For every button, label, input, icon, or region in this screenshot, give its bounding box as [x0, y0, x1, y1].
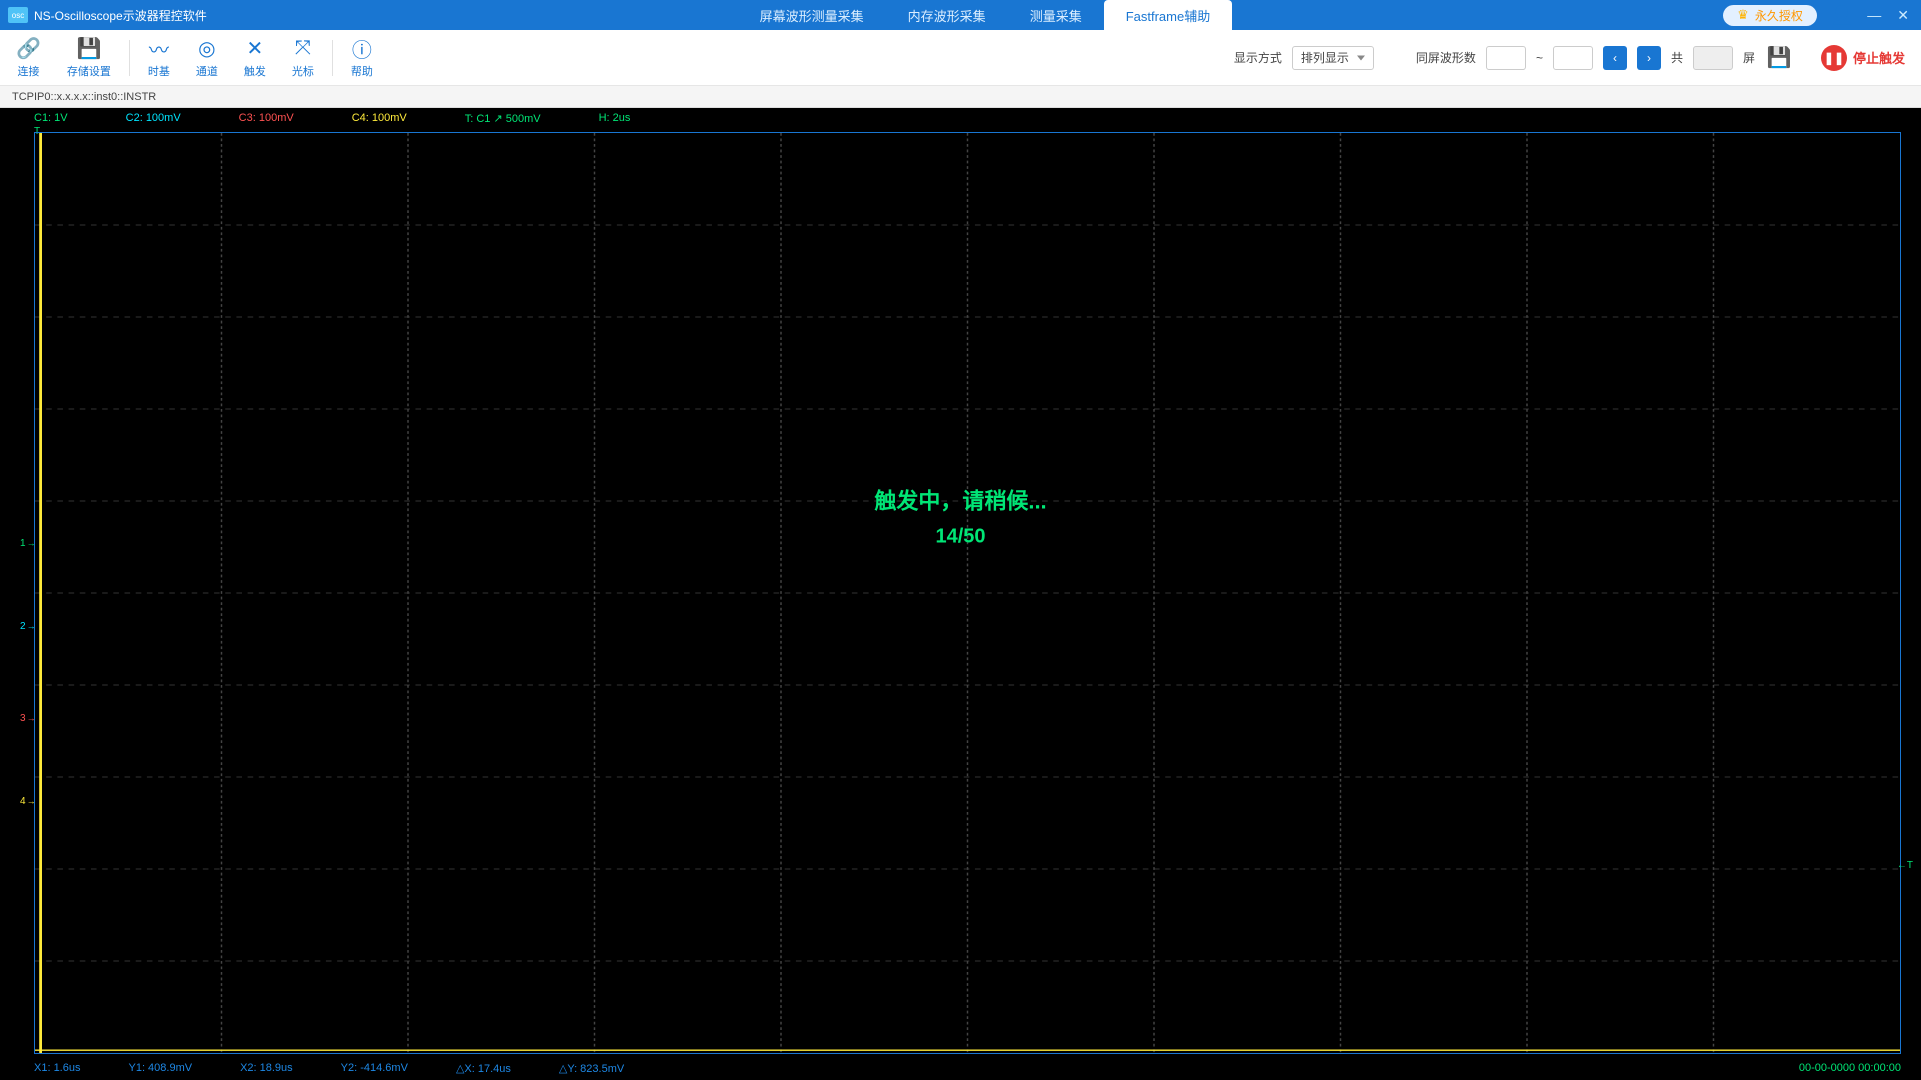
user-icon[interactable]: 👤 — [1831, 5, 1853, 26]
channel2-info: C2: 100mV — [126, 112, 181, 124]
connect-button[interactable]: 🔗 连接 — [16, 37, 41, 79]
minimize-button[interactable]: — — [1867, 7, 1881, 23]
progress-counter: 14/50 — [874, 526, 1046, 549]
tool-group-left: 🔗 连接 💾 存储设置 — [16, 37, 111, 79]
center-message: 触发中，请稍候... 14/50 — [874, 484, 1046, 549]
app-icon: osc — [8, 7, 28, 23]
save-icon: 💾 — [76, 37, 101, 61]
app-title: NS-Oscilloscope示波器程控软件 — [34, 7, 207, 24]
channel1-info: C1: 1V — [34, 112, 68, 124]
channel-label: 通道 — [196, 63, 218, 79]
save-waveform-button[interactable]: 💾 — [1765, 44, 1793, 72]
total-suffix: 屏 — [1743, 49, 1755, 66]
tab-memory-capture[interactable]: 内存波形采集 — [886, 0, 1008, 30]
range-from-input[interactable] — [1486, 46, 1526, 70]
instrument-address: TCPIP0::x.x.x.x::inst0::INSTR — [12, 91, 156, 103]
toolbar: 🔗 连接 💾 存储设置 〰 时基 ◎ 通道 ✕ 触发 ⤧ 光标 ⓘ 帮助 — [0, 30, 1921, 86]
cursor-x1: X1: 1.6us — [34, 1062, 80, 1074]
toolbar-right: 显示方式 排列显示 同屏波形数 ~ ‹ › 共 屏 💾 ❚❚ 停止触发 — [1234, 44, 1905, 72]
title-bar: osc NS-Oscilloscope示波器程控软件 屏幕波形测量采集 内存波形… — [0, 0, 1921, 30]
cursor-button[interactable]: ⤧ 光标 — [292, 37, 314, 79]
tool-group-mid: 〰 时基 ◎ 通道 ✕ 触发 ⤧ 光标 — [148, 37, 314, 79]
license-pill[interactable]: ♛ 永久授权 — [1723, 5, 1817, 26]
trigger-label: 触发 — [244, 63, 266, 79]
cursor-y1: Y1: 408.9mV — [128, 1062, 192, 1074]
main-tabs: 屏幕波形测量采集 内存波形采集 测量采集 Fastframe辅助 — [247, 0, 1723, 30]
triggering-text: 触发中，请稍候... — [874, 484, 1046, 516]
display-mode-value: 排列显示 — [1301, 49, 1349, 66]
window-buttons: — ✕ — [1867, 7, 1909, 24]
left-markers: 1→ 2→ 3→ 4→ — [20, 132, 34, 1054]
cursor-x2: X2: 18.9us — [240, 1062, 293, 1074]
storage-button[interactable]: 💾 存储设置 — [67, 37, 111, 79]
wave-icon: 〰 — [149, 37, 169, 61]
cursor-y2: Y2: -414.6mV — [341, 1062, 408, 1074]
connect-label: 连接 — [17, 63, 39, 79]
next-page-button[interactable]: › — [1637, 46, 1661, 70]
horizontal-info: H: 2us — [599, 112, 631, 124]
display-mode-label: 显示方式 — [1234, 49, 1282, 66]
help-button[interactable]: ⓘ 帮助 — [351, 37, 373, 79]
license-label: 永久授权 — [1755, 7, 1803, 24]
channel3-info: C3: 100mV — [239, 112, 294, 124]
cross-icon: ✕ — [247, 37, 264, 61]
title-right: ♛ 永久授权 👤 — ✕ — [1723, 5, 1921, 26]
channel4-info: C4: 100mV — [352, 112, 407, 124]
cursor-dx: △X: 17.4us — [456, 1062, 511, 1075]
trigger-marker-right: ←T — [1897, 860, 1913, 871]
toolbar-separator-2 — [332, 40, 333, 76]
address-bar: TCPIP0::x.x.x.x::inst0::INSTR — [0, 86, 1921, 108]
help-label: 帮助 — [351, 63, 373, 79]
scope-footer: X1: 1.6us Y1: 408.9mV X2: 18.9us Y2: -41… — [34, 1060, 1901, 1076]
display-mode-select[interactable]: 排列显示 — [1292, 46, 1374, 70]
timestamp: 00-00-0000 00:00:00 — [1799, 1062, 1901, 1074]
scope-header: C1: 1V C2: 100mV C3: 100mV C4: 100mV T: … — [0, 108, 1921, 128]
cursor-label: 光标 — [292, 63, 314, 79]
tool-group-help: ⓘ 帮助 — [351, 37, 373, 79]
tab-measure-capture[interactable]: 测量采集 — [1008, 0, 1104, 30]
total-screens-input[interactable] — [1693, 46, 1733, 70]
total-prefix: 共 — [1671, 49, 1683, 66]
cursor-dy: △Y: 823.5mV — [559, 1062, 624, 1075]
scope-area: C1: 1V C2: 100mV C3: 100mV C4: 100mV T: … — [0, 108, 1921, 1080]
timebase-label: 时基 — [148, 63, 170, 79]
range-to-input[interactable] — [1553, 46, 1593, 70]
plot-area[interactable] — [34, 132, 1901, 1054]
grid-svg — [35, 133, 1900, 1053]
tab-screen-capture[interactable]: 屏幕波形测量采集 — [738, 0, 886, 30]
timebase-button[interactable]: 〰 时基 — [148, 37, 170, 79]
range-separator: ~ — [1536, 51, 1543, 65]
channel-button[interactable]: ◎ 通道 — [196, 37, 218, 79]
crown-icon: ♛ — [1737, 7, 1749, 23]
trigger-info: T: C1 ↗ 500mV — [465, 112, 541, 125]
toolbar-separator — [129, 40, 130, 76]
cursor-icon: ⤧ — [295, 37, 311, 61]
help-icon: ⓘ — [352, 37, 372, 61]
target-icon: ◎ — [198, 37, 215, 61]
trigger-button[interactable]: ✕ 触发 — [244, 37, 266, 79]
screens-label: 同屏波形数 — [1416, 49, 1476, 66]
prev-page-button[interactable]: ‹ — [1603, 46, 1627, 70]
link-icon: 🔗 — [16, 37, 41, 61]
pause-icon: ❚❚ — [1821, 45, 1847, 71]
tab-fastframe[interactable]: Fastframe辅助 — [1104, 0, 1233, 30]
stop-trigger-button[interactable]: ❚❚ 停止触发 — [1821, 45, 1905, 71]
storage-label: 存储设置 — [67, 63, 111, 79]
stop-trigger-label: 停止触发 — [1853, 48, 1905, 67]
close-button[interactable]: ✕ — [1897, 7, 1909, 24]
